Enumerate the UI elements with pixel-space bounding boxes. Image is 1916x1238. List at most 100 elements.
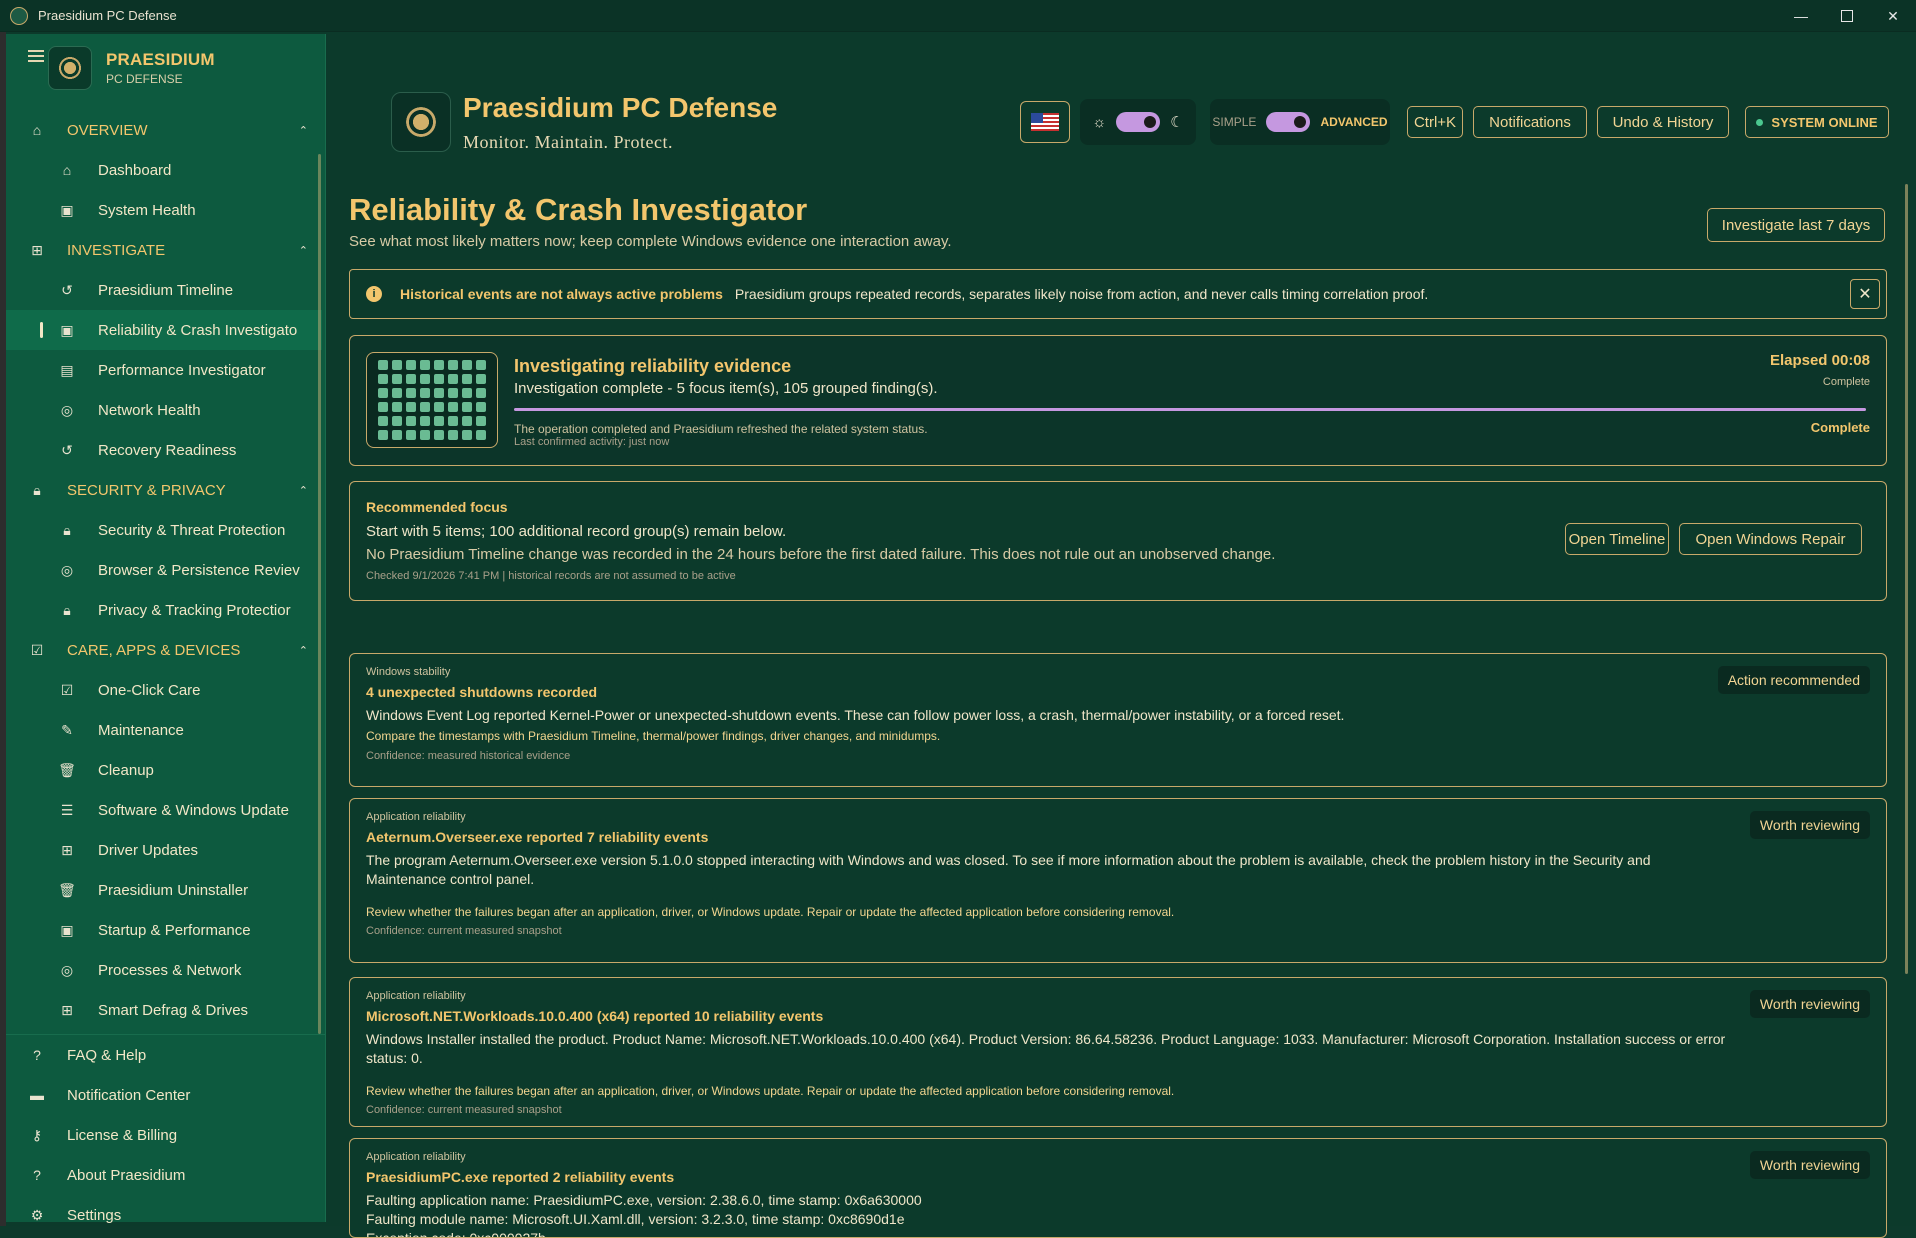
sidebar-item[interactable]: ↺ Praesidium Timeline (6, 270, 322, 310)
sidebar-section[interactable]: 🔒︎ SECURITY & PRIVACY ⌃ (6, 470, 322, 510)
sidebar-item-label: Processes & Network (98, 961, 242, 979)
finding-card[interactable]: Application reliability Microsoft.NET.Wor… (349, 977, 1887, 1127)
sidebar-bottom-item[interactable]: ▬ Notification Center (6, 1075, 326, 1115)
pulse-icon: ▣ (60, 921, 74, 938)
grid-cell (434, 388, 444, 398)
maximize-button[interactable] (1824, 0, 1870, 32)
info-icon: i (366, 286, 382, 302)
finding-card[interactable]: Windows stability 4 unexpected shutdowns … (349, 653, 1887, 787)
chevron-up-icon[interactable]: ⌃ (299, 644, 308, 657)
open-windows-repair-button[interactable]: Open Windows Repair (1679, 523, 1862, 555)
lock-icon: 🔒︎ (33, 481, 41, 498)
sidebar-bottom-item[interactable]: ⚷ License & Billing (6, 1115, 326, 1155)
chip-icon: ⊞ (31, 241, 43, 258)
sidebar-item[interactable]: ☰ Software & Windows Update (6, 790, 322, 830)
sidebar-item[interactable]: ◎ Network Health (6, 390, 322, 430)
grid-cell (406, 402, 416, 412)
grid-cell (378, 374, 388, 384)
sidebar-bottom-nav: ? FAQ & Help ▬ Notification Center ⚷ License … (6, 1034, 326, 1235)
main-scrollbar[interactable] (1905, 184, 1908, 974)
checkbox-icon: ☑ (60, 681, 74, 698)
page-subtitle: See what most likely matters now; keep c… (349, 233, 952, 250)
grid-cell (406, 388, 416, 398)
grid-cell (448, 360, 458, 370)
info-banner: i Historical events are not always activ… (349, 269, 1887, 319)
chevron-up-icon[interactable]: ⌃ (299, 124, 308, 137)
grid-cell (378, 430, 388, 440)
sidebar-item[interactable]: ▣ System Health (6, 190, 322, 230)
grid-cell (448, 402, 458, 412)
sidebar-item[interactable]: ✎ Maintenance (6, 710, 322, 750)
sidebar: PRAESIDIUM PC DEFENSE ⌂ OVERVIEW ⌃ ⌂ Dashboa… (6, 34, 326, 1224)
sidebar-item-label: Settings (67, 1206, 122, 1224)
close-window-button[interactable]: ✕ (1870, 0, 1916, 32)
question-icon: ? (33, 1047, 41, 1063)
grid-cell (392, 402, 402, 412)
grid-cell (420, 388, 430, 398)
command-palette-button[interactable]: Ctrl+K (1407, 106, 1463, 138)
sidebar-item[interactable]: ⊞ Driver Updates (6, 830, 322, 870)
finding-card[interactable]: Application reliability PraesidiumPC.exe … (349, 1138, 1887, 1238)
sidebar-item[interactable]: 🔒︎ Security & Threat Protection (6, 510, 322, 550)
sidebar-item[interactable]: 🗑︎ Praesidium Uninstaller (6, 870, 322, 910)
sidebar-item-label: One-Click Care (98, 681, 201, 699)
sidebar-item[interactable]: ⌂ Dashboard (6, 150, 322, 190)
dismiss-banner-button[interactable]: ✕ (1850, 279, 1880, 309)
sidebar-item[interactable]: ↺ Recovery Readiness (6, 430, 322, 470)
grid-cell (378, 360, 388, 370)
sidebar-section[interactable]: ⊞ INVESTIGATE ⌃ (6, 230, 322, 270)
progress-message: The operation completed and Praesidium r… (514, 422, 928, 436)
sidebar-item[interactable]: ◎ Browser & Persistence Reviev (6, 550, 322, 590)
sidebar-item[interactable]: ▣ Reliability & Crash Investigato (6, 310, 322, 350)
brand: PRAESIDIUM PC DEFENSE (6, 34, 326, 96)
finding-card[interactable]: Application reliability Aeternum.Overseer… (349, 798, 1887, 963)
sidebar-item[interactable]: ⊞ Smart Defrag & Drives (6, 990, 322, 1030)
progress-title: Investigating reliability evidence (514, 356, 792, 376)
sidebar-item[interactable]: 🗑︎ Cleanup (6, 750, 322, 790)
globe-icon: ◎ (60, 401, 74, 418)
sidebar-bottom-item[interactable]: ? FAQ & Help (6, 1035, 326, 1075)
brand-logo (48, 46, 92, 90)
sidebar-item[interactable]: ◎ Processes & Network (6, 950, 322, 990)
finding-title: Microsoft.NET.Workloads.10.0.400 (x64) r… (366, 1008, 824, 1024)
minimize-button[interactable]: — (1778, 0, 1824, 32)
sidebar-item-label: OVERVIEW (67, 121, 148, 139)
grid-cell (378, 388, 388, 398)
sidebar-item[interactable]: ☑ One-Click Care (6, 670, 322, 710)
sidebar-section[interactable]: ☑ CARE, APPS & DEVICES ⌃ (6, 630, 322, 670)
mode-toggle-group: SIMPLE ADVANCED (1210, 99, 1390, 145)
sidebar-section[interactable]: ⌂ OVERVIEW ⌃ (6, 110, 322, 150)
sidebar-scrollbar[interactable] (318, 154, 321, 1034)
sidebar-bottom-item[interactable]: ⚙ Settings (6, 1195, 326, 1235)
undo-history-button[interactable]: Undo & History (1597, 106, 1729, 138)
investigate-last-7-days-button[interactable]: Investigate last 7 days (1707, 208, 1885, 242)
notifications-button[interactable]: Notifications (1473, 106, 1587, 138)
page-title: Reliability & Crash Investigator (349, 192, 808, 227)
finding-description: Windows Installer installed the product.… (366, 1031, 1726, 1066)
hamburger-menu-icon[interactable] (28, 50, 44, 62)
sidebar-item[interactable]: ▤ Performance Investigator (6, 350, 322, 390)
open-timeline-button[interactable]: Open Timeline (1565, 523, 1669, 555)
list-icon: ☰ (60, 801, 74, 818)
sidebar-item-label: Recovery Readiness (98, 441, 237, 459)
mode-toggle[interactable] (1266, 112, 1311, 132)
theme-toggle[interactable] (1116, 112, 1161, 132)
app-window: Praesidium PC Defense — ✕ PRAESIDIUM PC … (0, 0, 1916, 1238)
focus-meta: Checked 9/1/2026 7:41 PM | historical re… (366, 570, 736, 582)
sidebar-item-label: Praesidium Uninstaller (98, 881, 249, 899)
pulse-icon: ▣ (60, 321, 74, 338)
grid-cell (420, 360, 430, 370)
language-button[interactable] (1020, 101, 1070, 143)
history-icon: ↺ (61, 441, 73, 458)
sidebar-item[interactable]: ▣ Startup & Performance (6, 910, 322, 950)
grid-cell (476, 402, 486, 412)
crest-icon (401, 102, 441, 142)
pulse-icon: ▣ (60, 201, 74, 218)
sidebar-bottom-item[interactable]: ? About Praesidium (6, 1155, 326, 1195)
message-icon: ▬ (30, 1087, 44, 1103)
grid-cell (392, 416, 402, 426)
chevron-up-icon[interactable]: ⌃ (299, 484, 308, 497)
sidebar-item[interactable]: 🔒︎ Privacy & Tracking Protectior (6, 590, 322, 630)
sidebar-item-label: Software & Windows Update (98, 801, 289, 819)
chevron-up-icon[interactable]: ⌃ (299, 244, 308, 257)
